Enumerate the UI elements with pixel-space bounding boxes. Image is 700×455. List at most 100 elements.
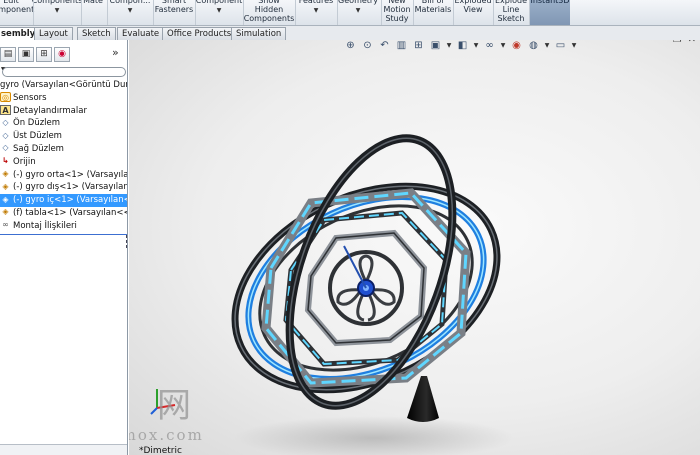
ribbon-button-label: Line bbox=[502, 5, 520, 14]
part-icon: ◈ bbox=[2, 181, 9, 191]
plane-icon: ◇ bbox=[2, 117, 9, 127]
dropdown-arrow-icon[interactable]: ▼ bbox=[128, 6, 133, 15]
ribbon-reference-geometry-button[interactable]: Geometry ▼ bbox=[338, 0, 378, 25]
ribbon-button-label: Components bbox=[243, 14, 295, 23]
tab-simulation[interactable]: Simulation bbox=[231, 27, 287, 40]
previous-view-icon[interactable]: ↶ bbox=[378, 40, 391, 52]
heads-up-view-toolbar: ⊕ ⊙ ↶ ▥ ⊞ ▣ ▼ ◧ ▼ ∞ ▼ ◉ ◍ ▼ ▭ ▼ bbox=[344, 40, 577, 54]
dropdown-arrow-icon[interactable]: ▼ bbox=[217, 6, 222, 15]
ribbon-button-label: Hidden bbox=[254, 5, 284, 14]
ribbon-assembly-features-button[interactable]: Features ▼ bbox=[296, 0, 336, 25]
ribbon-button-label: Geometry bbox=[338, 0, 378, 5]
ribbon-button-label: Fasteners bbox=[154, 5, 194, 14]
ribbon-separator bbox=[81, 0, 82, 25]
tree-item[interactable]: gyro (Varsayılan<Görüntü Durum bbox=[0, 79, 127, 92]
dropdown-arrow-icon[interactable]: ▼ bbox=[314, 6, 319, 15]
edit-appearance-icon[interactable]: ◉ bbox=[510, 40, 523, 52]
ribbon-new-motion-study-button[interactable]: New Motion Study bbox=[382, 0, 412, 25]
ribbon-show-hidden-components-button[interactable]: Show Hidden Components bbox=[243, 0, 295, 25]
ribbon-mate-button[interactable]: Mate bbox=[82, 0, 104, 25]
collapse-panel-icon[interactable]: » bbox=[112, 46, 119, 59]
tab-evaluate[interactable]: Evaluate bbox=[117, 27, 165, 40]
hide-show-items-icon[interactable]: ∞ bbox=[483, 40, 496, 52]
feature-manager-tab-icon[interactable]: ▤ bbox=[0, 47, 16, 62]
zoom-to-fit-icon[interactable]: ⊕ bbox=[344, 40, 357, 52]
annotations-icon: A bbox=[0, 105, 11, 116]
ribbon-components-pattern-button[interactable]: Compon... ▼ bbox=[108, 0, 152, 25]
tree-item-label: (-) gyro dış<1> (Varsayılan<< bbox=[13, 182, 128, 193]
ribbon-move-component-button[interactable]: Component ▼ bbox=[195, 0, 243, 25]
panel-splitter-handle[interactable] bbox=[126, 233, 127, 253]
hide-show-dropdown-icon[interactable]: ▼ bbox=[500, 40, 506, 52]
dropdown-arrow-icon[interactable]: ▼ bbox=[55, 6, 60, 15]
dynamic-annotation-icon[interactable]: ⊞ bbox=[412, 40, 425, 52]
ribbon-separator bbox=[107, 0, 108, 25]
command-manager-tabs: sembly Layout Sketch Evaluate Office Product… bbox=[0, 26, 700, 40]
ribbon-button-label: Study bbox=[385, 14, 409, 23]
tree-item[interactable]: ◈ (-) gyro orta<1> (Varsayılan< bbox=[0, 169, 128, 182]
tree-item[interactable]: ◈ (-) gyro dış<1> (Varsayılan<< bbox=[0, 181, 128, 194]
ribbon-smart-fasteners-button[interactable]: Smart Fasteners bbox=[154, 0, 194, 25]
tree-item[interactable]: ◇ Üst Düzlem bbox=[0, 130, 127, 143]
dropdown-arrow-icon[interactable]: ▼ bbox=[356, 6, 361, 15]
sensor-icon: ◎ bbox=[0, 92, 11, 103]
view-orientation-icon[interactable]: ▣ bbox=[429, 40, 442, 52]
tree-filter-input[interactable] bbox=[2, 67, 126, 77]
appearance-tab-icon[interactable]: ◉ bbox=[54, 47, 70, 62]
apply-scene-dropdown-icon[interactable]: ▼ bbox=[544, 40, 550, 52]
tab-office-products[interactable]: Office Products bbox=[162, 27, 237, 40]
command-manager-ribbon: EditComponentComponents▼MateCompon...▼Sm… bbox=[0, 0, 700, 26]
ribbon-separator bbox=[295, 0, 296, 25]
ribbon-button-label: Components bbox=[31, 0, 83, 5]
part-icon: ◈ bbox=[2, 194, 9, 204]
gyroscope-model[interactable] bbox=[129, 40, 700, 455]
tab-sketch[interactable]: Sketch bbox=[77, 27, 116, 40]
view-settings-icon[interactable]: ▭ bbox=[554, 40, 567, 52]
ribbon-button-label: Mate bbox=[83, 0, 103, 5]
minimize-icon[interactable]: – bbox=[662, 40, 667, 45]
ribbon-insert-components-button[interactable]: Components ▼ bbox=[31, 0, 83, 25]
ribbon-separator bbox=[153, 0, 154, 25]
tab-layout[interactable]: Layout bbox=[34, 27, 73, 40]
tree-item[interactable]: ◈ (-) gyro iç<1> (Varsayılan<<V bbox=[0, 194, 127, 207]
ribbon-separator bbox=[337, 0, 338, 25]
ribbon-instant3d-button[interactable]: Instant3D bbox=[530, 0, 570, 25]
reference-triad bbox=[150, 389, 176, 415]
tree-item[interactable]: ↳ Orijin bbox=[0, 156, 127, 169]
ribbon-bill-of-materials-button[interactable]: Bill of Materials bbox=[414, 0, 452, 25]
tree-item[interactable]: ◎ Sensors bbox=[0, 92, 127, 105]
restore-icon[interactable]: ❐ bbox=[673, 40, 682, 45]
ribbon-edit-component-button[interactable]: EditComponent bbox=[0, 0, 34, 25]
property-manager-tab-icon[interactable]: ▣ bbox=[18, 47, 34, 62]
tree-item[interactable]: ∞ Montaj İlişkileri bbox=[0, 220, 127, 233]
zoom-to-area-icon[interactable]: ⊙ bbox=[361, 40, 374, 52]
ribbon-button-label: Component bbox=[195, 0, 243, 5]
plane-icon: ◇ bbox=[2, 130, 9, 140]
tree-item[interactable]: ◇ Sağ Düzlem bbox=[0, 143, 127, 156]
panel-toolbar: ▤ ▣ ⊞ ◉ » bbox=[0, 45, 127, 63]
apply-scene-icon[interactable]: ◍ bbox=[527, 40, 540, 52]
close-icon[interactable]: ✕ bbox=[688, 40, 696, 45]
view-settings-dropdown-icon[interactable]: ▼ bbox=[571, 40, 577, 52]
tree-item[interactable]: ◈ (f) tabla<1> (Varsayılan<<Var bbox=[0, 207, 127, 220]
ribbon-separator bbox=[381, 0, 382, 25]
configuration-manager-tab-icon[interactable]: ⊞ bbox=[36, 47, 52, 62]
ribbon-separator bbox=[453, 0, 454, 25]
ribbon-explode-line-sketch-button[interactable]: Explode Line Sketch bbox=[494, 0, 528, 25]
tree-item[interactable]: ◇ Ön Düzlem bbox=[0, 117, 127, 130]
tree-item[interactable]: A Detaylandırmalar bbox=[0, 105, 127, 118]
graphics-viewport[interactable]: ⊕ ⊙ ↶ ▥ ⊞ ▣ ▼ ◧ ▼ ∞ ▼ ◉ ◍ ▼ ▭ ▼ – ❐ ✕ *D… bbox=[129, 40, 700, 455]
ribbon-button-label: Component bbox=[0, 5, 35, 14]
ribbon-separator bbox=[195, 0, 196, 25]
display-style-icon[interactable]: ◧ bbox=[456, 40, 469, 52]
section-view-icon[interactable]: ▥ bbox=[395, 40, 408, 52]
ribbon-exploded-view-button[interactable]: Exploded View bbox=[454, 0, 492, 25]
panel-bottom-bar bbox=[0, 444, 127, 455]
display-style-dropdown-icon[interactable]: ▼ bbox=[473, 40, 479, 52]
tree-item-label: (f) tabla<1> (Varsayılan<<Var bbox=[13, 207, 127, 218]
view-orientation-dropdown-icon[interactable]: ▼ bbox=[446, 40, 452, 52]
tree-item-label: (-) gyro orta<1> (Varsayılan< bbox=[13, 169, 128, 180]
tree-item-label: Sensors bbox=[13, 92, 47, 103]
feature-manager-panel: ▤ ▣ ⊞ ◉ » ▼ gyro (Varsayılan<Görüntü Dur… bbox=[0, 40, 128, 455]
rollback-bar[interactable] bbox=[0, 234, 127, 235]
